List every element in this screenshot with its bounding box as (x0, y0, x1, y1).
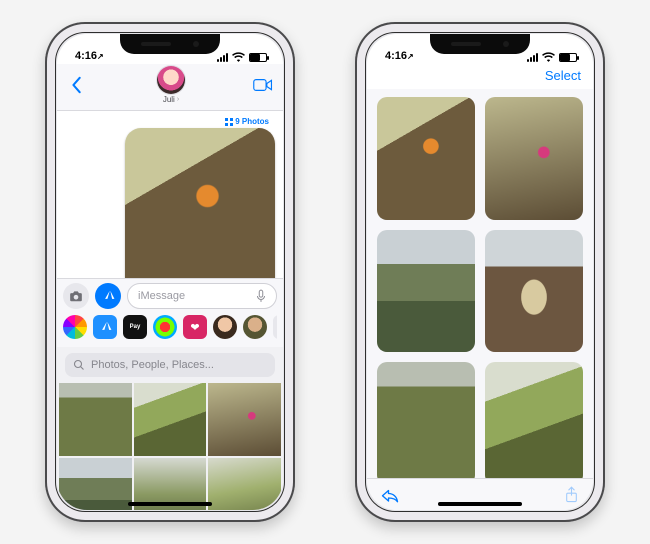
iphone-left: 4:16↗ Juli› 9 Photos (45, 22, 295, 522)
gallery-header: Select (367, 64, 593, 89)
home-indicator[interactable] (128, 502, 212, 506)
gallery-thumb[interactable] (377, 362, 475, 478)
sent-photo-bubble[interactable] (125, 128, 275, 278)
status-icons (527, 52, 577, 62)
message-thread: 9 Photos (57, 111, 283, 278)
photo-search-field[interactable]: Photos, People, Places... (65, 353, 275, 377)
status-time: 4:16↗ (75, 50, 104, 62)
photo-search-placeholder: Photos, People, Places... (91, 359, 214, 371)
wifi-icon (542, 52, 555, 62)
cellular-icon (527, 53, 538, 62)
photo-stack-count[interactable]: 9 Photos (65, 115, 275, 128)
picker-thumb[interactable] (134, 383, 207, 456)
screen-left: 4:16↗ Juli› 9 Photos (57, 34, 283, 510)
gallery-thumb[interactable] (485, 97, 583, 220)
grid-icon (225, 118, 233, 126)
dictation-button[interactable] (252, 287, 270, 305)
battery-icon (559, 53, 577, 62)
back-button[interactable] (65, 74, 89, 96)
status-icons (217, 52, 267, 62)
picker-thumb[interactable] (208, 458, 281, 510)
facetime-button[interactable] (253, 78, 273, 92)
contact-chip[interactable]: Juli› (157, 66, 185, 104)
message-input[interactable]: iMessage (127, 283, 277, 309)
gallery-grid (377, 97, 583, 478)
picker-thumb[interactable] (59, 383, 132, 456)
photo-picker-grid (57, 383, 283, 510)
select-button[interactable]: Select (545, 68, 581, 83)
app-photos-icon[interactable] (63, 315, 87, 339)
status-time: 4:16↗ (385, 50, 414, 62)
app-strip: Pay ❤︎ ⋯ (63, 309, 277, 343)
conversation-header: Juli› (57, 64, 283, 111)
iphone-right: 4:16↗ Select (355, 22, 605, 522)
memoji-icon-1[interactable] (213, 315, 237, 339)
gallery-thumb[interactable] (485, 362, 583, 478)
reply-button[interactable] (381, 487, 399, 503)
picker-thumb[interactable] (59, 458, 132, 510)
wifi-icon (232, 52, 245, 62)
share-button[interactable] (564, 486, 579, 504)
camera-button[interactable] (63, 283, 89, 309)
more-apps-icon[interactable]: ⋯ (273, 315, 277, 339)
apple-pay-icon[interactable]: Pay (123, 315, 147, 339)
compose-area: iMessage Pay ❤︎ ⋯ (57, 278, 283, 347)
activity-icon[interactable] (153, 315, 177, 339)
memoji-icon-2[interactable] (243, 315, 267, 339)
gallery-thumb[interactable] (377, 97, 475, 220)
gallery-thumb[interactable] (377, 230, 475, 353)
notch (120, 34, 220, 54)
screen-right: 4:16↗ Select (367, 34, 593, 510)
photo-picker: Photos, People, Places... (57, 347, 283, 510)
avatar (157, 66, 185, 94)
digital-touch-icon[interactable]: ❤︎ (183, 315, 207, 339)
contact-name: Juli› (163, 95, 179, 104)
picker-thumb[interactable] (208, 383, 281, 456)
app-store-icon[interactable] (93, 315, 117, 339)
message-placeholder: iMessage (138, 290, 185, 302)
search-icon (73, 359, 85, 371)
gallery-thumb[interactable] (485, 230, 583, 353)
battery-icon (249, 53, 267, 62)
cellular-icon (217, 53, 228, 62)
gallery-body[interactable] (367, 89, 593, 478)
notch (430, 34, 530, 54)
home-indicator[interactable] (438, 502, 522, 506)
app-drawer-button[interactable] (95, 283, 121, 309)
